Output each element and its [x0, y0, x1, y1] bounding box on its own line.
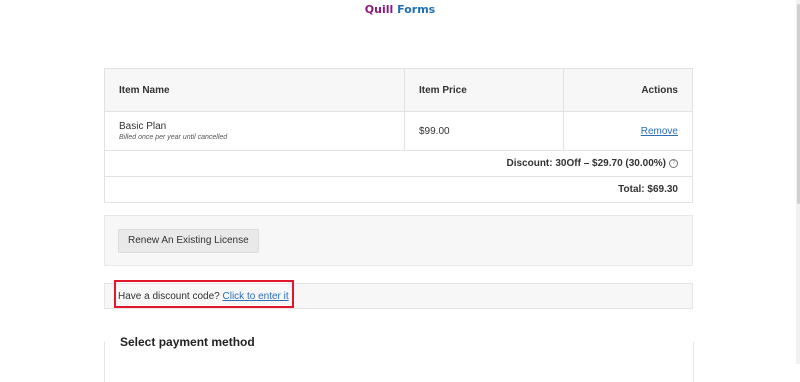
header-item-name: Item Name — [104, 68, 405, 112]
discount-row: Discount: 30Off – $29.70 (30.00%)? — [104, 150, 693, 177]
item-name: Basic Plan — [119, 121, 167, 132]
item-name-cell: Basic Plan Billed once per year until ca… — [104, 111, 405, 151]
header-item-price: Item Price — [404, 68, 564, 112]
discount-text: Discount: 30Off – $29.70 (30.00%) — [506, 158, 666, 169]
discount-cell: Discount: 30Off – $29.70 (30.00%)? — [104, 150, 693, 177]
brand-logo: Quill Forms — [0, 3, 800, 16]
total-row: Total: $69.30 — [104, 176, 693, 203]
item-billing-note: Billed once per year until cancelled — [119, 134, 228, 141]
payment-method-title: Select payment method — [118, 335, 257, 349]
remove-link[interactable]: Remove — [641, 126, 678, 137]
brand-logo-part2: Forms — [397, 3, 436, 16]
page-scrollbar[interactable] — [796, 0, 800, 364]
highlight-box — [114, 280, 294, 308]
item-actions-cell: Remove — [563, 111, 693, 151]
table-header-row: Item Name Item Price Actions — [104, 68, 693, 112]
brand-logo-part1: Quill — [364, 3, 394, 16]
renew-panel: Renew An Existing License — [104, 215, 693, 266]
header-actions: Actions — [563, 68, 693, 112]
renew-license-button[interactable]: Renew An Existing License — [118, 229, 259, 253]
total-text: Total: $69.30 — [104, 176, 693, 203]
table-row: Basic Plan Billed once per year until ca… — [104, 111, 693, 151]
item-price: $99.00 — [404, 111, 564, 151]
cart-table: Item Name Item Price Actions Basic Plan … — [104, 68, 693, 203]
info-icon[interactable]: ? — [669, 158, 678, 168]
